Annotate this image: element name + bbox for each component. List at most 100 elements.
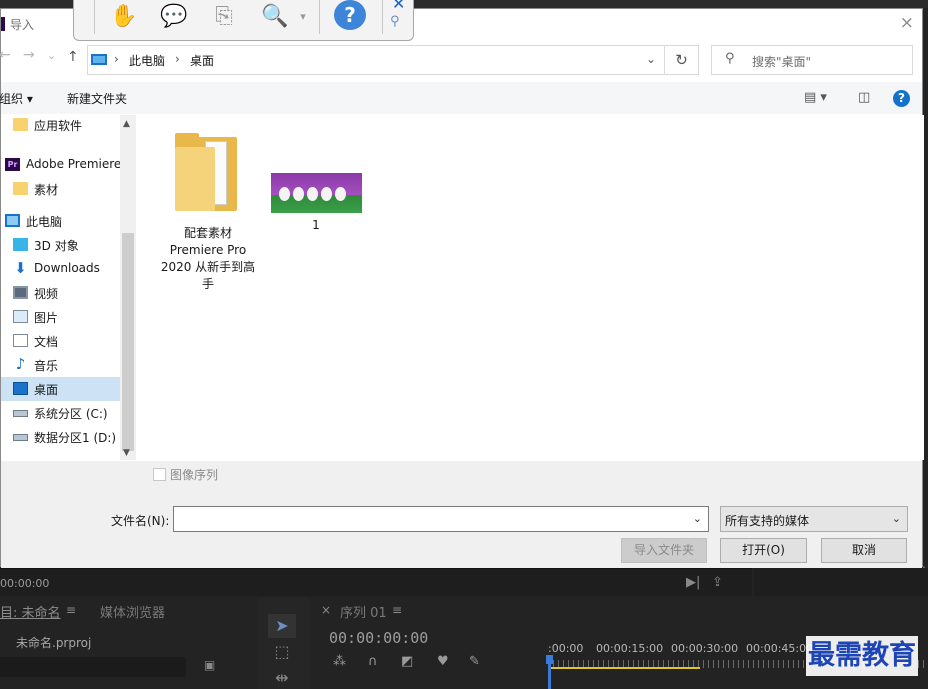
snap-icon[interactable]: ∩	[368, 654, 378, 669]
nest-icon[interactable]: ⁂	[333, 654, 346, 669]
checkbox-box[interactable]	[153, 468, 166, 481]
sequence-close-icon[interactable]: ×	[321, 603, 331, 617]
sidebar-item-3d-objects[interactable]: 3D 对象	[1, 233, 120, 257]
search-box[interactable]: ⚲ 搜索"桌面"	[711, 45, 913, 75]
documents-icon	[13, 334, 28, 347]
drive-icon	[13, 410, 28, 417]
sidebar-scrollbar[interactable]: ▲ ▼	[120, 115, 136, 460]
sidebar-item-label: 应用软件	[34, 119, 83, 133]
3d-objects-icon	[13, 238, 28, 251]
premiere-app-icon	[1, 17, 5, 31]
scrollbar-thumb[interactable]	[122, 233, 134, 451]
sidebar-item-materials[interactable]: 素材	[1, 177, 120, 201]
filename-field[interactable]: ⌄	[173, 506, 709, 532]
file-type-value: 所有支持的媒体	[725, 514, 810, 528]
recent-locations-button[interactable]: ⌄	[47, 49, 56, 62]
sequence-menu-icon[interactable]: ≡	[392, 603, 402, 617]
linked-selection-icon[interactable]: ◩	[401, 654, 413, 669]
sidebar-item-this-pc[interactable]: 此电脑	[1, 209, 120, 233]
address-dropdown-icon[interactable]: ⌄	[646, 52, 656, 66]
forward-button[interactable]: →	[23, 47, 35, 63]
file-name-line: Premiere Pro	[169, 243, 247, 257]
project-search-input[interactable]	[0, 657, 186, 677]
tab-media-browser[interactable]: 媒体浏览器	[100, 602, 165, 621]
zoom-dropdown-icon[interactable]: ▾	[286, 2, 320, 32]
sidebar-item-videos[interactable]: 视频	[1, 281, 120, 305]
program-timecode: 00:00:00	[0, 577, 50, 590]
refresh-button[interactable]: ↻	[665, 45, 699, 75]
sidebar-item-desktop[interactable]: 桌面	[1, 377, 120, 401]
import-folder-button[interactable]: 导入文件夹	[621, 538, 707, 563]
project-menu-icon[interactable]: ≡	[66, 603, 76, 617]
sidebar-item-documents[interactable]: 文档	[1, 329, 120, 353]
playhead[interactable]	[546, 655, 553, 689]
address-bar[interactable]: › 此电脑 › 桌面 ⌄	[87, 45, 665, 75]
wrench-icon[interactable]: ✎	[469, 654, 480, 669]
sidebar-item-apps[interactable]: 应用软件	[1, 115, 120, 137]
file-name-line: 2020 从新手到高	[160, 260, 256, 274]
marker-icon[interactable]: ♥	[437, 654, 449, 669]
sidebar-item-network[interactable]: 网络	[1, 455, 120, 460]
track-select-tool-icon[interactable]: ⬚	[268, 640, 296, 664]
organize-button[interactable]: 组织 ▾	[0, 90, 33, 107]
sidebar-item-downloads[interactable]: ⬇ Downloads	[1, 257, 120, 281]
sidebar-item-label: Downloads	[34, 261, 100, 275]
help-icon[interactable]: ?	[893, 90, 910, 107]
tab-sequence[interactable]: 序列 01	[340, 602, 387, 621]
view-options-icon[interactable]: ▤ ▾	[804, 90, 827, 105]
file-type-select[interactable]: 所有支持的媒体 ⌄	[720, 506, 908, 532]
sidebar-item-adobe-premiere[interactable]: Pr Adobe Premiere	[1, 153, 121, 177]
chevron-down-icon[interactable]: ⌄	[693, 512, 702, 525]
filename-input[interactable]	[178, 511, 678, 525]
toolbar-divider	[94, 0, 95, 34]
pin-icon[interactable]: ⚲	[390, 14, 400, 29]
search-placeholder[interactable]: 搜索"桌面"	[752, 53, 811, 70]
ruler-label: :00:00	[548, 642, 584, 655]
sequence-timecode[interactable]: 00:00:00:00	[329, 629, 428, 647]
tab-project[interactable]: 目: 未命名	[0, 602, 61, 621]
computer-icon	[91, 54, 107, 65]
new-folder-button[interactable]: 新建文件夹	[67, 90, 127, 107]
breadcrumb-separator[interactable]: ›	[114, 52, 119, 66]
hand-icon[interactable]: ✋	[107, 2, 141, 32]
export-icon[interactable]: ⎘	[207, 2, 241, 32]
sidebar-item-drive-c[interactable]: 系统分区 (C:)	[1, 401, 120, 425]
back-button[interactable]: ←	[0, 47, 11, 63]
selection-tool-icon[interactable]: ➤	[268, 614, 296, 638]
folder-icon	[175, 133, 237, 211]
dialog-footer: 图像序列 文件名(N): ⌄ 所有支持的媒体 ⌄ 导入文件夹 打开(O) 取消	[1, 461, 922, 568]
open-button[interactable]: 打开(O)	[720, 538, 807, 563]
desktop-icon	[13, 382, 28, 395]
in-out-range-bar	[548, 667, 700, 669]
help-icon[interactable]: ?	[334, 0, 366, 30]
breadcrumb-this-pc[interactable]: 此电脑	[129, 52, 165, 69]
breadcrumb-separator[interactable]: ›	[175, 52, 180, 66]
dialog-close-button[interactable]: ×	[900, 13, 914, 33]
ruler-label: 00:00:15:00	[596, 642, 664, 655]
right-panel-strip: ⋱	[754, 556, 928, 596]
up-button[interactable]: ↑	[67, 49, 79, 65]
file-name-line: 1	[312, 218, 320, 232]
ripple-edit-tool-icon[interactable]: ⇹	[268, 666, 296, 689]
play-icon[interactable]: ▶|	[686, 575, 700, 590]
file-list: 配套素材 Premiere Pro 2020 从新手到高 手 1	[137, 115, 924, 460]
sidebar-item-label: 3D 对象	[34, 239, 79, 253]
sidebar-item-drive-d[interactable]: 数据分区1 (D:)	[1, 425, 120, 449]
premiere-icon: Pr	[5, 158, 20, 171]
close-icon[interactable]: ✕	[392, 0, 405, 13]
folder-icon	[13, 182, 28, 195]
sidebar-item-pictures[interactable]: 图片	[1, 305, 120, 329]
preview-pane-icon[interactable]: ◫	[858, 90, 870, 105]
download-icon: ⬇	[14, 259, 27, 277]
comment-icon[interactable]: 💬	[157, 2, 191, 32]
export-frame-icon[interactable]: ⇪	[712, 575, 723, 590]
toolbar-divider	[382, 0, 383, 34]
cancel-button[interactable]: 取消	[821, 538, 907, 563]
ruler-label: 00:00:45:00	[746, 642, 814, 655]
breadcrumb-desktop[interactable]: 桌面	[190, 52, 214, 69]
drive-icon	[13, 434, 28, 441]
sidebar-item-music[interactable]: ♪ 音乐	[1, 353, 120, 377]
scroll-up-icon[interactable]: ▲	[123, 119, 130, 129]
new-bin-icon[interactable]: ▣	[204, 658, 215, 672]
scroll-down-icon[interactable]: ▼	[123, 448, 130, 458]
